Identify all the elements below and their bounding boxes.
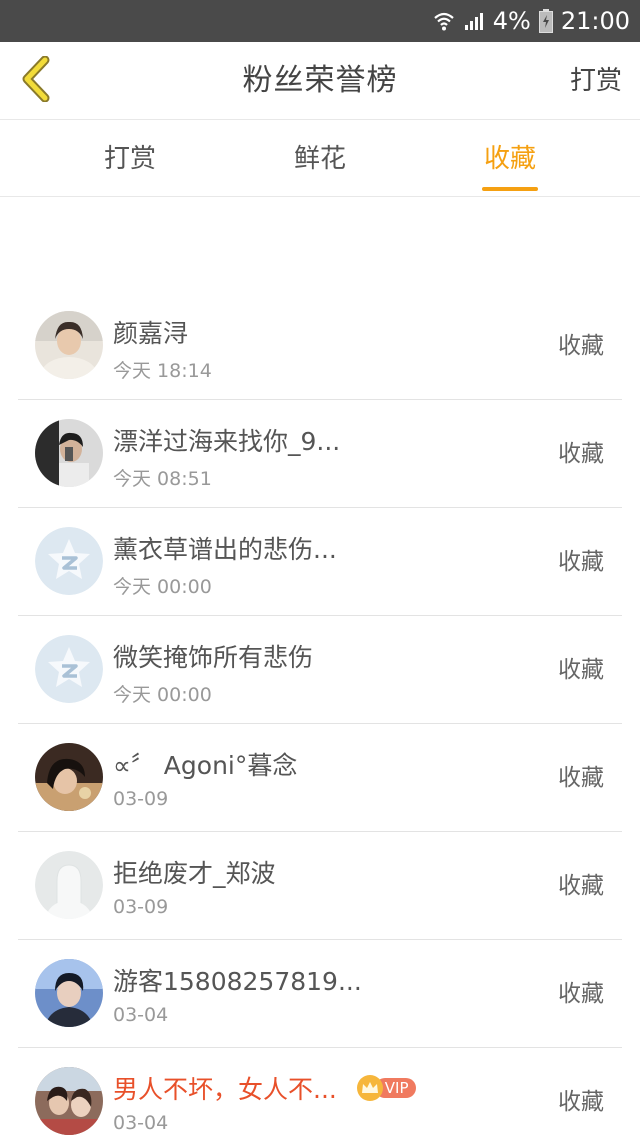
signal-icon <box>463 10 485 32</box>
wifi-icon <box>433 10 455 32</box>
avatar <box>35 959 103 1027</box>
tip-button[interactable]: 打赏 <box>570 42 622 120</box>
avatar <box>35 419 103 487</box>
fan-time: 03-09 <box>113 896 169 918</box>
tab-label: 收藏 <box>483 144 536 174</box>
fan-action: 收藏 <box>558 981 604 1007</box>
active-tab-indicator <box>482 187 538 191</box>
list-item[interactable]: 游客15808257819... 03-04 收藏 <box>18 940 622 1048</box>
battery-percent: 4% <box>492 7 531 35</box>
fan-time: 今天 00:00 <box>113 576 212 598</box>
fan-name: 男人不坏，女人不... VIP <box>113 1070 416 1106</box>
qzone-default-icon <box>35 527 103 595</box>
list-item[interactable]: 拒绝废才_郑波 03-09 收藏 <box>18 832 622 940</box>
fan-name-text: 男人不坏，女人不... <box>113 1075 337 1104</box>
fan-name: 拒绝废才_郑波 <box>113 859 276 888</box>
clock: 21:00 <box>560 7 630 35</box>
fan-list: 颜嘉浔 今天 18:14 收藏 漂洋过海来找你_9... 今天 08:51 收藏… <box>0 292 640 1138</box>
fan-time: 今天 00:00 <box>113 684 212 706</box>
tab-flowers[interactable]: 鲜花 <box>260 121 380 197</box>
tab-tip[interactable]: 打赏 <box>70 121 190 197</box>
list-item[interactable]: 漂洋过海来找你_9... 今天 08:51 收藏 <box>18 400 622 508</box>
nav-bar: 粉丝荣誉榜 打赏 <box>0 42 640 120</box>
fan-name: 微笑掩饰所有悲伤 <box>113 643 314 672</box>
fan-name: 游客15808257819... <box>113 967 362 996</box>
fan-time: 03-04 <box>113 1112 169 1134</box>
fan-action: 收藏 <box>558 441 604 467</box>
tab-label: 打赏 <box>103 144 156 174</box>
fan-time: 03-04 <box>113 1004 169 1026</box>
fan-action: 收藏 <box>558 1089 604 1115</box>
fan-action: 收藏 <box>558 657 604 683</box>
fan-name: 薰衣草谱出的悲伤... <box>113 535 337 564</box>
fan-name: 漂洋过海来找你_9... <box>113 427 341 456</box>
tab-favorites[interactable]: 收藏 <box>450 121 570 197</box>
tab-bar: 打赏 鲜花 收藏 <box>0 121 640 197</box>
crown-icon <box>356 1075 383 1101</box>
default-silhouette-icon <box>35 851 103 919</box>
page-title: 粉丝荣誉榜 <box>242 63 398 98</box>
vip-badge: VIP <box>356 1075 416 1101</box>
fan-action: 收藏 <box>558 333 604 359</box>
list-item[interactable]: ∝〞 Agoni°暮念 03-09 收藏 <box>18 724 622 832</box>
status-bar: 4% 21:00 <box>0 0 640 42</box>
fan-action: 收藏 <box>558 549 604 575</box>
battery-charging-icon <box>538 9 553 33</box>
list-item[interactable]: 薰衣草谱出的悲伤... 今天 00:00 收藏 <box>18 508 622 616</box>
list-item[interactable]: 颜嘉浔 今天 18:14 收藏 <box>18 292 622 400</box>
avatar <box>35 1067 103 1135</box>
fan-name: 颜嘉浔 <box>113 319 189 348</box>
list-item[interactable]: 男人不坏，女人不... VIP 03-04 收藏 <box>18 1048 622 1138</box>
list-item[interactable]: 微笑掩饰所有悲伤 今天 00:00 收藏 <box>18 616 622 724</box>
fan-action: 收藏 <box>558 873 604 899</box>
fan-time: 今天 18:14 <box>113 360 212 382</box>
fan-name: ∝〞 Agoni°暮念 <box>113 751 298 780</box>
avatar <box>35 311 103 379</box>
qzone-default-icon <box>35 635 103 703</box>
fan-time: 03-09 <box>113 788 169 810</box>
fan-time: 今天 08:51 <box>113 468 212 490</box>
fan-action: 收藏 <box>558 765 604 791</box>
tab-label: 鲜花 <box>293 144 346 174</box>
avatar <box>35 743 103 811</box>
